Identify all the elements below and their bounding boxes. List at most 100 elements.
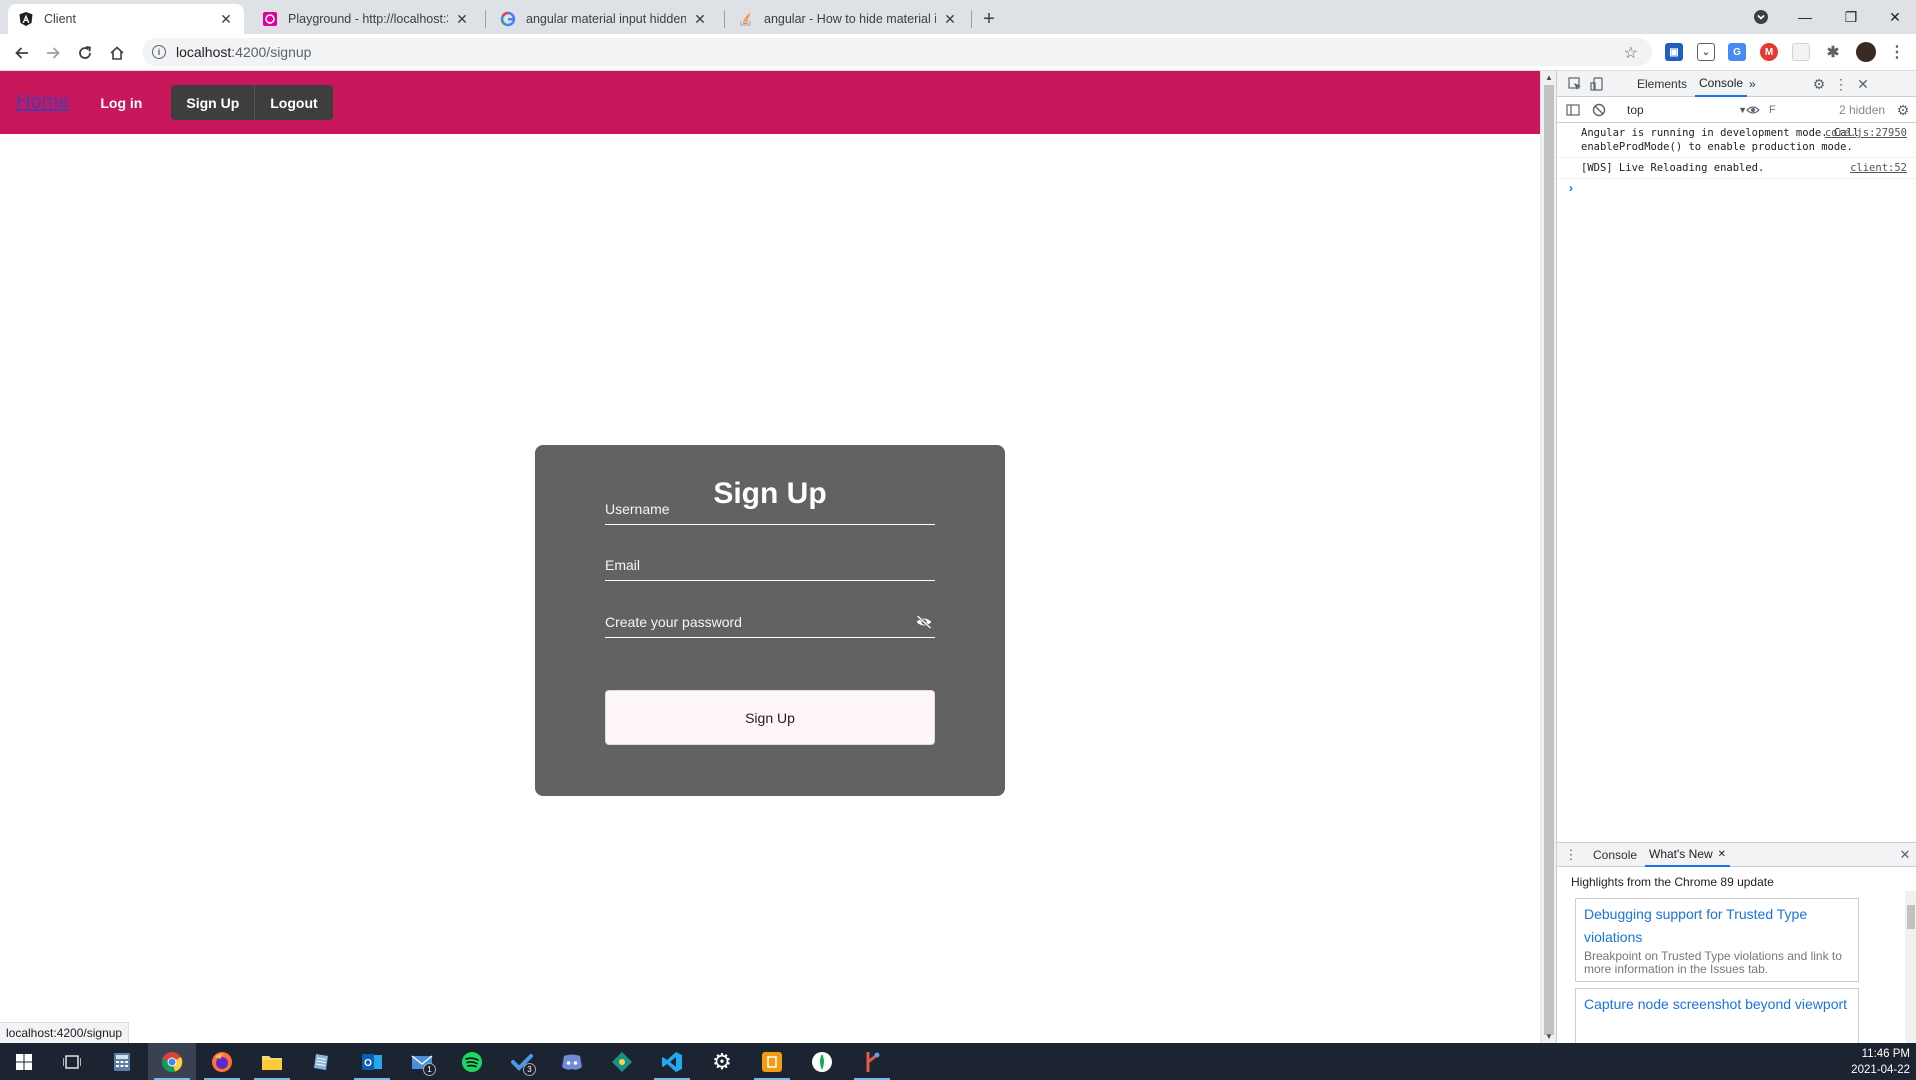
visibility-off-icon[interactable] [915, 614, 933, 630]
filter-input[interactable]: F [1769, 104, 1776, 116]
drawer-tab-whats-new[interactable]: What's New ✕ [1645, 843, 1731, 867]
tab-console[interactable]: Console [1695, 71, 1748, 97]
close-tab-icon[interactable]: ✕ [692, 11, 708, 27]
forward-button[interactable] [39, 39, 67, 67]
close-tab-icon[interactable]: ✕ [942, 11, 958, 27]
todo-icon[interactable]: 3 [498, 1043, 546, 1080]
clock-time: 11:46 PM [1861, 1048, 1910, 1060]
settings-gear-icon[interactable]: ⚙ [698, 1043, 746, 1080]
logout-button[interactable]: Logout [254, 85, 332, 120]
gitkraken-icon[interactable] [598, 1043, 646, 1080]
site-info-icon[interactable]: i [152, 45, 166, 59]
home-button[interactable] [103, 39, 131, 67]
signup-card: Sign Up Username Email Create your passw… [535, 445, 1005, 796]
spotify-icon[interactable] [448, 1043, 496, 1080]
angular-icon [18, 11, 34, 27]
blank-extension-icon[interactable] [1792, 43, 1810, 61]
password-field[interactable]: Create your password [605, 608, 935, 638]
more-tabs-icon[interactable]: » [1749, 71, 1756, 97]
scroll-down-arrow[interactable]: ▼ [1545, 1032, 1553, 1041]
tab-playground[interactable]: Playground - http://localhost:300 ✕ [252, 4, 480, 34]
tab-title: angular material input hidden va [526, 12, 686, 26]
file-explorer-icon[interactable] [248, 1043, 296, 1080]
console-prompt[interactable]: › [1557, 179, 1916, 197]
card-title[interactable]: Capture node screenshot beyond viewport [1584, 993, 1850, 1016]
notepad-icon[interactable] [298, 1043, 346, 1080]
extension-icon[interactable]: ▣ [1665, 43, 1683, 61]
outlook-icon[interactable]: O [348, 1043, 396, 1080]
close-window-button[interactable]: ✕ [1872, 0, 1916, 34]
scrollbar-thumb[interactable] [1907, 905, 1915, 929]
kebab-menu-icon[interactable]: ⋮ [1888, 43, 1906, 61]
page-scrollbar[interactable]: ▲ ▼ [1540, 71, 1556, 1043]
tab-elements[interactable]: Elements [1637, 71, 1687, 97]
login-button[interactable]: Log in [85, 85, 157, 120]
devtools-menu-icon[interactable]: ⋮ [1833, 76, 1849, 92]
signup-submit-button[interactable]: Sign Up [605, 690, 935, 745]
whats-new-card[interactable]: Capture node screenshot beyond viewport [1575, 988, 1859, 1044]
home-link[interactable]: Home [16, 91, 69, 114]
username-field[interactable]: Username [605, 495, 935, 525]
calculator-icon[interactable] [98, 1043, 146, 1080]
signup-nav-button[interactable]: Sign Up [171, 85, 254, 120]
whats-new-card[interactable]: Debugging support for Trusted Type viola… [1575, 898, 1859, 982]
git-tool-icon[interactable] [848, 1043, 896, 1080]
translate-icon[interactable]: G [1728, 43, 1746, 61]
tab-separator [971, 10, 972, 28]
address-bar[interactable]: i localhost:4200/signup ☆ [142, 38, 1652, 66]
vscode-icon[interactable] [648, 1043, 696, 1080]
task-view-icon[interactable] [48, 1043, 96, 1080]
card-title[interactable]: Debugging support for Trusted Type viola… [1584, 903, 1850, 949]
password-placeholder: Create your password [605, 614, 742, 630]
profile-menu-icon[interactable] [1738, 0, 1784, 34]
drawer-tab-console[interactable]: Console [1593, 843, 1637, 867]
message-source-link[interactable]: core.js:27950 [1825, 126, 1907, 140]
firefox-icon[interactable] [198, 1043, 246, 1080]
start-button[interactable] [0, 1043, 48, 1080]
close-devtools-icon[interactable]: ✕ [1855, 76, 1871, 92]
email-field[interactable]: Email [605, 551, 935, 581]
avatar[interactable] [1856, 42, 1876, 62]
settings-gear-icon[interactable]: ⚙ [1811, 76, 1827, 92]
minimize-button[interactable]: — [1782, 0, 1828, 34]
reload-button[interactable] [71, 39, 99, 67]
context-selector[interactable]: top ▼ [1623, 101, 1753, 119]
pocket-icon[interactable]: ⌄ [1697, 43, 1715, 61]
console-settings-icon[interactable]: ⚙ [1895, 102, 1911, 118]
tab-client[interactable]: Client ✕ [8, 4, 244, 34]
close-tab-icon[interactable]: ✕ [1718, 849, 1726, 860]
stackoverflow-icon [738, 11, 754, 27]
message-source-link[interactable]: client:52 [1850, 161, 1907, 175]
close-tab-icon[interactable]: ✕ [454, 11, 470, 27]
clock-date: 2021-04-22 [1851, 1064, 1910, 1076]
live-expression-eye-icon[interactable] [1745, 102, 1761, 118]
restore-button[interactable]: ❐ [1828, 0, 1874, 34]
extensions-puzzle-icon[interactable]: ✱ [1824, 43, 1842, 61]
tab-title: Client [44, 12, 76, 26]
new-tab-button[interactable]: + [976, 6, 1002, 32]
scrollbar-thumb[interactable] [1544, 85, 1554, 1035]
chrome-icon[interactable] [148, 1043, 196, 1080]
mail-icon[interactable]: 1 [398, 1043, 446, 1080]
pdf-app-icon[interactable] [748, 1043, 796, 1080]
inspect-element-icon[interactable] [1567, 76, 1583, 92]
bookmark-star-icon[interactable]: ☆ [1624, 43, 1638, 63]
discord-icon[interactable] [548, 1043, 596, 1080]
system-clock[interactable]: 11:46 PM 2021-04-22 [1851, 1046, 1910, 1078]
clear-console-icon[interactable] [1591, 102, 1607, 118]
scroll-up-arrow[interactable]: ▲ [1545, 73, 1553, 82]
url-text: localhost:4200/signup [176, 44, 312, 60]
device-toolbar-icon[interactable] [1589, 76, 1605, 92]
mongodb-compass-icon[interactable] [798, 1043, 846, 1080]
tab-separator [724, 10, 725, 28]
tab-google-search[interactable]: angular material input hidden va ✕ [490, 4, 718, 34]
close-drawer-icon[interactable]: ✕ [1897, 847, 1913, 863]
back-button[interactable] [8, 39, 36, 67]
mega-icon[interactable]: M [1760, 43, 1778, 61]
close-tab-icon[interactable]: ✕ [218, 11, 234, 27]
sidebar-toggle-icon[interactable] [1565, 102, 1581, 118]
devtools-tab-bar: Elements Console » ⚙ ⋮ ✕ [1557, 71, 1916, 97]
drawer-scrollbar[interactable] [1905, 891, 1916, 1044]
tab-stackoverflow[interactable]: angular - How to hide material in ✕ [728, 4, 968, 34]
drawer-menu-icon[interactable]: ⋮ [1563, 847, 1579, 863]
